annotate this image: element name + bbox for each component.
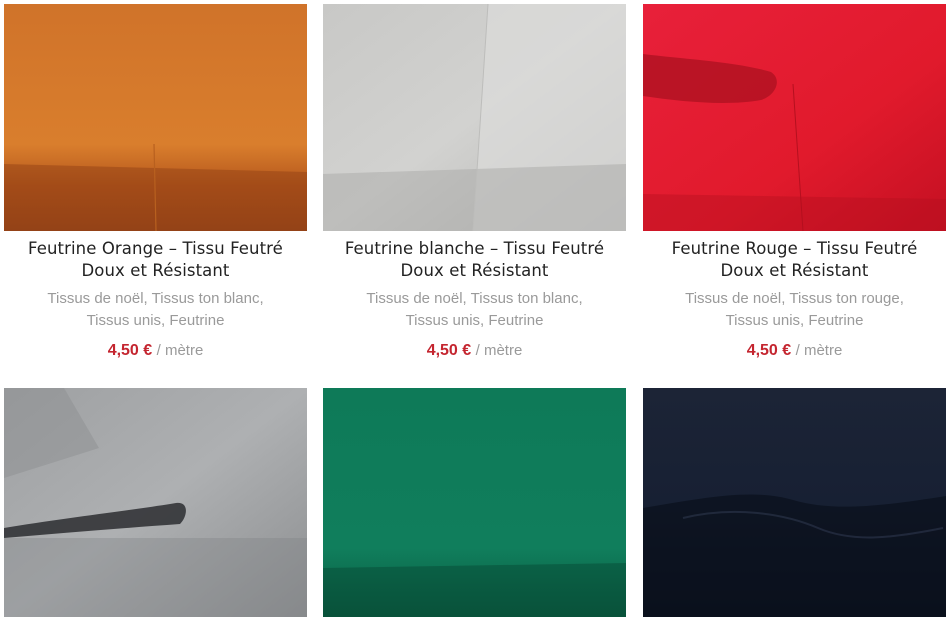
product-image-white-felt[interactable] [323, 4, 626, 231]
category-link[interactable]: Tissus unis [726, 312, 800, 329]
price-unit: / mètre [795, 342, 843, 359]
category-link[interactable]: Tissus ton blanc [471, 290, 579, 307]
product-price: 4,50 € / mètre [4, 340, 307, 362]
product-title-line: Feutrine Rouge – Tissu Feutré [671, 239, 918, 258]
product-title[interactable]: Feutrine Orange – Tissu Feutré Doux et R… [4, 238, 307, 282]
product-title-line: Doux et Résistant [81, 261, 230, 280]
product-card [4, 388, 307, 617]
product-price: 4,50 € / mètre [643, 340, 946, 362]
product-title-line: Feutrine blanche – Tissu Feutré [344, 239, 605, 258]
category-link[interactable]: Tissus unis [406, 312, 480, 329]
price-amount: 4,50 € [746, 342, 792, 359]
category-link[interactable]: Tissus de noël [366, 290, 462, 307]
product-card: Feutrine Rouge – Tissu Feutré Doux et Ré… [643, 4, 946, 362]
category-link[interactable]: Feutrine [488, 312, 543, 329]
product-grid: Feutrine Orange – Tissu Feutré Doux et R… [0, 0, 950, 621]
category-link[interactable]: Tissus unis [87, 312, 161, 329]
product-title-line: Doux et Résistant [720, 261, 869, 280]
price-unit: / mètre [156, 342, 204, 359]
product-card: Feutrine blanche – Tissu Feutré Doux et … [323, 4, 626, 362]
price-unit: / mètre [475, 342, 523, 359]
category-link[interactable]: Feutrine [169, 312, 224, 329]
price-amount: 4,50 € [107, 342, 153, 359]
price-amount: 4,50 € [426, 342, 472, 359]
product-card [323, 388, 626, 617]
product-categories: Tissus de noël, Tissus ton rouge, Tissus… [685, 290, 904, 329]
product-price: 4,50 € / mètre [323, 340, 626, 362]
product-image-orange-felt[interactable] [4, 4, 307, 231]
category-link[interactable]: Tissus de noël [47, 290, 143, 307]
category-link[interactable]: Tissus ton rouge [789, 290, 899, 307]
product-card: Feutrine Orange – Tissu Feutré Doux et R… [4, 4, 307, 362]
product-title-line: Feutrine Orange – Tissu Feutré [28, 239, 283, 258]
category-link[interactable]: Tissus ton blanc [152, 290, 260, 307]
product-categories: Tissus de noël, Tissus ton blanc, Tissus… [366, 290, 583, 329]
product-image-gray-felt[interactable] [4, 388, 307, 617]
category-link[interactable]: Tissus de noël [685, 290, 781, 307]
product-categories: Tissus de noël, Tissus ton blanc, Tissus… [47, 290, 264, 329]
product-image-green-felt[interactable] [323, 388, 626, 617]
category-link[interactable]: Feutrine [808, 312, 863, 329]
product-card [643, 388, 946, 617]
product-image-navy-felt[interactable] [643, 388, 946, 617]
product-image-red-felt[interactable] [643, 4, 946, 231]
product-title[interactable]: Feutrine Rouge – Tissu Feutré Doux et Ré… [643, 238, 946, 282]
product-title-line: Doux et Résistant [400, 261, 549, 280]
product-title[interactable]: Feutrine blanche – Tissu Feutré Doux et … [323, 238, 626, 282]
